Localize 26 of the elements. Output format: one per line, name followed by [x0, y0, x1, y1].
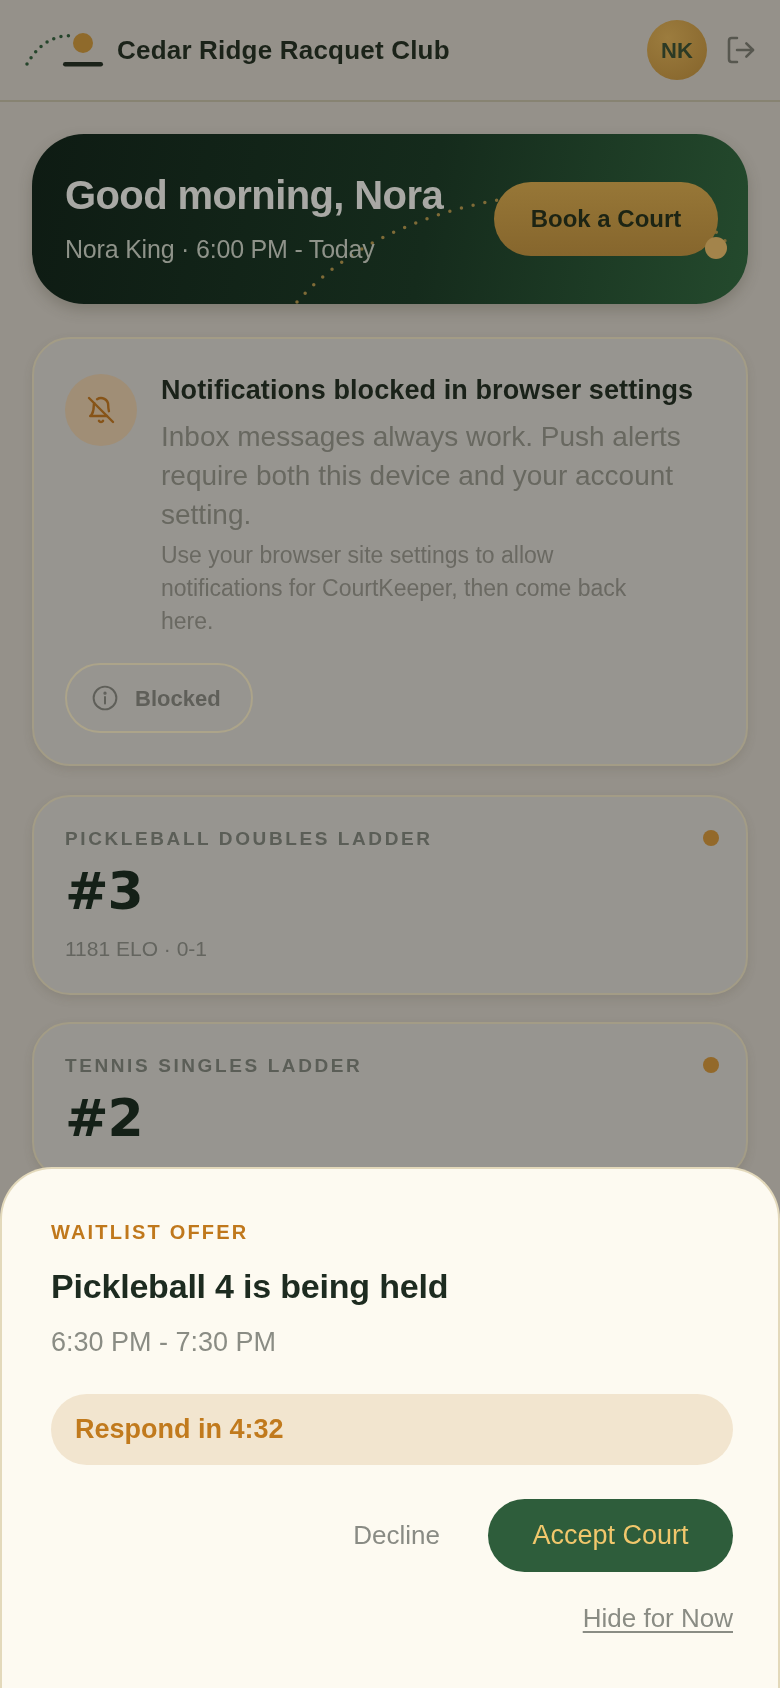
status-label: Blocked — [135, 684, 221, 713]
offer-title: Pickleball 4 is being held — [51, 1266, 450, 1306]
countdown-banner: Respond in 4:32 — [51, 1394, 733, 1465]
club-name: Cedar Ridge Racquet Club — [117, 33, 450, 67]
logout-button[interactable] — [725, 34, 757, 66]
decline-button[interactable]: Decline — [329, 1499, 464, 1572]
ladder-rank: #3 — [65, 863, 144, 920]
status-dot-icon — [703, 830, 719, 846]
offer-time: 6:30 PM - 7:30 PM — [51, 1326, 278, 1358]
logo-icon — [25, 31, 105, 69]
accept-button[interactable]: Accept Court — [488, 1499, 733, 1572]
hide-link[interactable]: Hide for Now — [582, 1603, 733, 1633]
greeting: Good morning, Nora — [65, 172, 444, 218]
ladder-rank: #2 — [65, 1090, 144, 1147]
logout-icon — [725, 34, 757, 66]
offer-label: WAITLIST OFFER — [51, 1220, 250, 1244]
book-court-button[interactable]: Book a Court — [494, 182, 718, 256]
status-dot-icon — [703, 1057, 719, 1073]
notification-title: Notifications blocked in browser settings — [161, 374, 695, 406]
bell-off-icon — [65, 374, 137, 446]
info-icon — [92, 685, 118, 711]
greeting-subtitle: Nora King · 6:00 PM - Today — [65, 233, 376, 265]
avatar-button[interactable]: NK — [647, 20, 707, 80]
ball-icon — [705, 237, 727, 259]
ladder-name: TENNIS SINGLES LADDER — [65, 1054, 364, 1077]
ladder-name: PICKLEBALL DOUBLES LADDER — [65, 827, 434, 850]
